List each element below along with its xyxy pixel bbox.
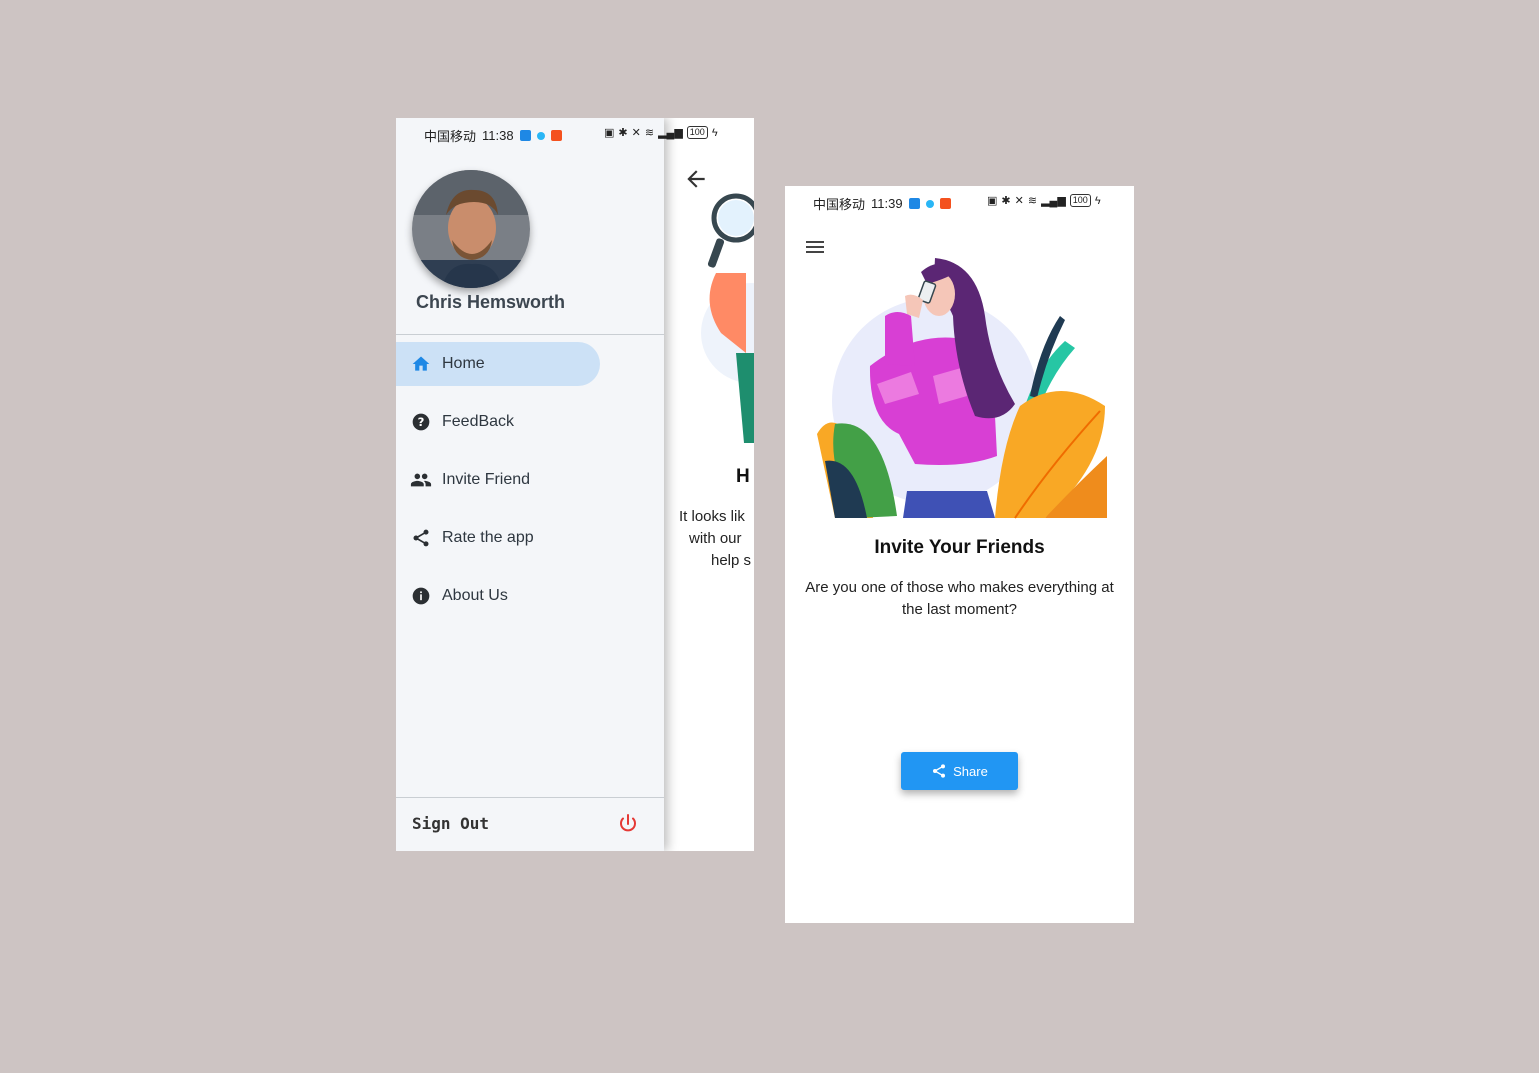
divider [396, 797, 664, 798]
menu-item-invite-friend[interactable]: Invite Friend [396, 458, 600, 502]
people-icon [410, 469, 432, 491]
app-notification-icon [519, 130, 531, 141]
menu-item-label: Rate the app [442, 529, 534, 546]
battery-icon: 100 [686, 126, 708, 139]
page-title: Invite Your Friends [874, 537, 1045, 558]
home-icon [410, 353, 432, 375]
status-bar: 中国移动 11:38 ▣ ✱ ✕ ≋ ▂▄▆ 100 ϟ [396, 118, 718, 148]
signal-icon: ▂▄▆ [1041, 195, 1066, 207]
back-page-text: It looks lik with our help s [679, 506, 754, 572]
back-page-text-line: It looks lik [679, 508, 745, 525]
share-button[interactable]: Share [901, 752, 1018, 790]
bluetooth-icon: ✱ [1001, 195, 1011, 207]
app-notification-icon [908, 198, 920, 209]
nfc-icon: ▣ [604, 127, 615, 139]
app-notification-icon [939, 198, 951, 209]
svg-text:?: ? [418, 415, 425, 429]
charging-icon: ϟ [1094, 194, 1101, 207]
share-icon [410, 527, 432, 549]
menu-icon[interactable] [805, 238, 827, 256]
woman-on-phone-illustration [817, 258, 1107, 519]
menu-item-label: FeedBack [442, 413, 515, 430]
battery-icon: 100 [1069, 194, 1091, 207]
wifi-icon: ≋ [1027, 195, 1038, 207]
help-circle-icon: ? [410, 411, 432, 433]
mute-icon: ✕ [1014, 195, 1024, 207]
menu-item-label: Invite Friend [442, 471, 531, 488]
menu-item-rate-app[interactable]: Rate the app [396, 516, 600, 560]
status-bar: 中国移动 11:39 ▣ ✱ ✕ ≋ ▂▄▆ 100 ϟ [785, 186, 1134, 216]
bluetooth-icon: ✱ [618, 127, 628, 139]
back-page-text-line: with our [689, 530, 742, 547]
menu-item-label: About Us [442, 587, 508, 604]
navigation-drawer: 中国移动 11:38 ▣ ✱ ✕ ≋ ▂▄▆ 100 ϟ Chris Hemsw… [396, 118, 718, 851]
phone-drawer-screen: H It looks lik with our help s 中国移动 11:3… [396, 118, 754, 851]
menu-item-label: Home [442, 355, 485, 372]
clock: 11:39 [871, 196, 903, 211]
menu-item-about-us[interactable]: About Us [396, 574, 600, 618]
carrier-label: 中国移动 [813, 197, 866, 212]
charging-icon: ϟ [711, 126, 718, 139]
clock: 11:38 [482, 128, 514, 143]
search-illustration [701, 193, 754, 443]
divider [396, 334, 664, 335]
share-icon [933, 764, 946, 778]
avatar-photo [412, 170, 530, 288]
power-icon[interactable] [616, 812, 640, 836]
nfc-icon: ▣ [987, 195, 998, 207]
back-page-text-line: help s [711, 552, 752, 569]
app-notification-icon [550, 130, 562, 141]
page-description: Are you one of those who makes everythin… [805, 579, 1114, 618]
avatar[interactable] [412, 170, 530, 288]
user-name: Chris Hemsworth [416, 292, 566, 312]
mute-icon: ✕ [631, 127, 641, 139]
phone-invite-screen: 中国移动 11:39 ▣ ✱ ✕ ≋ ▂▄▆ 100 ϟ Invite Your… [785, 186, 1134, 923]
back-page-title: H [736, 466, 750, 487]
menu-item-feedback[interactable]: ? FeedBack [396, 400, 600, 444]
info-icon [410, 585, 432, 607]
share-button-label: Share [953, 763, 988, 779]
sign-out-button[interactable]: Sign Out [412, 814, 489, 833]
carrier-label: 中国移动 [424, 129, 477, 144]
menu-item-home[interactable]: Home [396, 342, 600, 386]
signal-icon: ▂▄▆ [658, 127, 683, 139]
wifi-icon: ≋ [644, 127, 655, 139]
dot-notification-icon [925, 199, 934, 208]
dot-notification-icon [536, 131, 545, 140]
